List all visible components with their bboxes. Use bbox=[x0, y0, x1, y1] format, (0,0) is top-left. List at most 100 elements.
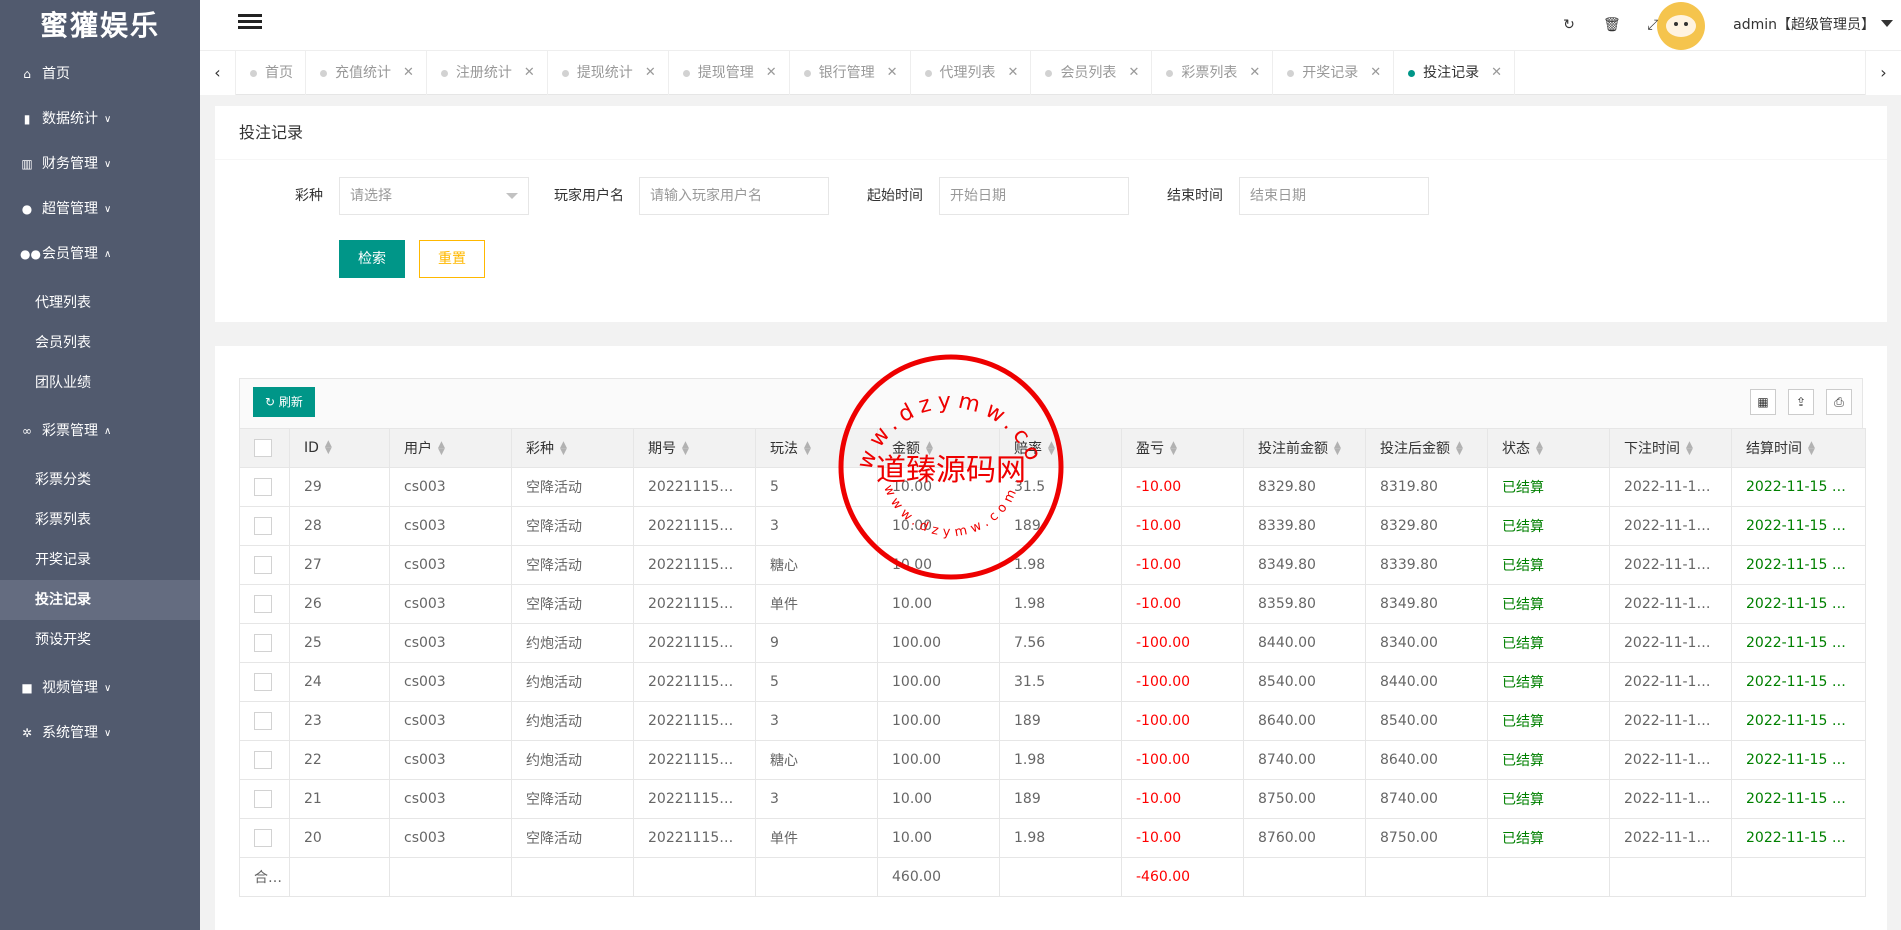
user-menu[interactable]: admin【超级管理员】 bbox=[1733, 0, 1875, 50]
lottery-select[interactable]: 请选择 bbox=[339, 177, 529, 215]
close-icon[interactable]: ✕ bbox=[1491, 51, 1502, 95]
caret-down-icon[interactable] bbox=[1881, 20, 1893, 27]
table-row[interactable]: 20 cs003 空降活动 2022111517... 单件 10.00 1.98 -10.0… bbox=[239, 818, 1866, 858]
refresh-button[interactable]: ↻ 刷新 bbox=[253, 387, 315, 417]
col-status[interactable]: 状态 ▲ ▼ bbox=[1487, 428, 1610, 468]
sort-icon[interactable]: ▲ ▼ bbox=[682, 441, 689, 457]
sidebar-item-members[interactable]: ●● 会员管理 ∧ bbox=[0, 232, 200, 277]
print-icon[interactable]: ⎙ bbox=[1826, 389, 1852, 415]
close-icon[interactable]: ✕ bbox=[1370, 51, 1381, 95]
sort-icon[interactable]: ▲ ▼ bbox=[1048, 441, 1055, 457]
start-date-input[interactable]: 开始日期 bbox=[939, 177, 1129, 215]
close-icon[interactable]: ✕ bbox=[524, 51, 535, 95]
col-profit[interactable]: 盈亏 ▲ ▼ bbox=[1121, 428, 1244, 468]
sidebar-item-finance[interactable]: ▥ 财务管理 ∨ bbox=[0, 142, 200, 187]
tab-register-stats[interactable]: 注册统计 ✕ bbox=[427, 51, 548, 95]
col-settle-time[interactable]: 结算时间 ▲ ▼ bbox=[1731, 428, 1866, 468]
table-row[interactable]: 23 cs003 约炮活动 2022111532... 3 100.00 189 -100.0… bbox=[239, 701, 1866, 741]
sidebar-sub-preset-draw[interactable]: 预设开奖 bbox=[0, 620, 200, 660]
col-after-amount[interactable]: 投注后金额 ▲ ▼ bbox=[1365, 428, 1488, 468]
tab-recharge-stats[interactable]: 充值统计 ✕ bbox=[306, 51, 427, 95]
sort-icon[interactable]: ▲ ▼ bbox=[1456, 441, 1463, 457]
tab-scroll-left-icon[interactable]: ‹ bbox=[200, 51, 236, 95]
sidebar-item-lottery[interactable]: ∞ 彩票管理 ∧ bbox=[0, 409, 200, 454]
sidebar-sub-team[interactable]: 团队业绩 bbox=[0, 363, 200, 403]
col-odds[interactable]: 赔率 ▲ ▼ bbox=[999, 428, 1122, 468]
close-icon[interactable]: ✕ bbox=[766, 51, 777, 95]
close-icon[interactable]: ✕ bbox=[887, 51, 898, 95]
trash-icon[interactable]: 🗑 bbox=[1603, 17, 1621, 33]
row-checkbox[interactable] bbox=[254, 712, 272, 730]
table-row[interactable]: 24 cs003 约炮活动 2022111532... 5 100.00 31.5 -100.… bbox=[239, 662, 1866, 702]
search-button[interactable]: 检索 bbox=[339, 240, 405, 278]
tab-withdraw-manage[interactable]: 提现管理 ✕ bbox=[669, 51, 790, 95]
sort-icon[interactable]: ▲ ▼ bbox=[926, 441, 933, 457]
sort-icon[interactable]: ▲ ▼ bbox=[804, 441, 811, 457]
sidebar-item-home[interactable]: ⌂ 首页 bbox=[0, 52, 200, 97]
end-date-input[interactable]: 结束日期 bbox=[1239, 177, 1429, 215]
sidebar-item-stats[interactable]: ▮ 数据统计 ∨ bbox=[0, 97, 200, 142]
avatar[interactable] bbox=[1657, 2, 1705, 50]
tab-draw-records[interactable]: 开奖记录 ✕ bbox=[1273, 51, 1395, 95]
sort-icon[interactable]: ▲ ▼ bbox=[1536, 441, 1543, 457]
select-all-checkbox[interactable] bbox=[254, 439, 272, 457]
tab-agent-list[interactable]: 代理列表 ✕ bbox=[911, 51, 1032, 95]
sidebar-sub-lottery-category[interactable]: 彩票分类 bbox=[0, 460, 200, 500]
col-before-amount[interactable]: 投注前金额 ▲ ▼ bbox=[1243, 428, 1366, 468]
sidebar-sub-agents[interactable]: 代理列表 bbox=[0, 283, 200, 323]
tab-bet-records[interactable]: 投注记录 ✕ bbox=[1394, 51, 1516, 95]
refresh-icon[interactable]: ↻ bbox=[1561, 17, 1577, 33]
col-issue[interactable]: 期号 ▲ ▼ bbox=[633, 428, 756, 468]
col-user[interactable]: 用户 ▲ ▼ bbox=[389, 428, 512, 468]
tab-lottery-list[interactable]: 彩票列表 ✕ bbox=[1152, 51, 1274, 95]
row-checkbox[interactable] bbox=[254, 673, 272, 691]
table-row[interactable]: 29 cs003 空降活动 2022111518... 5 10.00 31.5 -10.00… bbox=[239, 467, 1866, 507]
table-row[interactable]: 26 cs003 空降活动 2022111518... 单件 10.00 1.98 -10.0… bbox=[239, 584, 1866, 624]
row-checkbox[interactable] bbox=[254, 790, 272, 808]
reset-button[interactable]: 重置 bbox=[419, 240, 485, 278]
sort-icon[interactable]: ▲ ▼ bbox=[560, 441, 567, 457]
tab-home[interactable]: 首页 bbox=[236, 51, 306, 95]
sidebar-item-video[interactable]: ■ 视频管理 ∨ bbox=[0, 666, 200, 711]
export-icon[interactable]: ⇪ bbox=[1788, 389, 1814, 415]
close-icon[interactable]: ✕ bbox=[1249, 51, 1260, 95]
tab-bank-manage[interactable]: 银行管理 ✕ bbox=[790, 51, 911, 95]
tab-scroll-right-icon[interactable]: › bbox=[1865, 51, 1901, 95]
sidebar-item-admin[interactable]: ● 超管管理 ∨ bbox=[0, 187, 200, 232]
col-id[interactable]: ID ▲ ▼ bbox=[289, 428, 390, 468]
row-checkbox[interactable] bbox=[254, 478, 272, 496]
close-icon[interactable]: ✕ bbox=[645, 51, 656, 95]
col-bet-time[interactable]: 下注时间 ▲ ▼ bbox=[1609, 428, 1732, 468]
close-icon[interactable]: ✕ bbox=[403, 51, 414, 95]
close-icon[interactable]: ✕ bbox=[1008, 51, 1019, 95]
sort-icon[interactable]: ▲ ▼ bbox=[325, 440, 332, 456]
sidebar-sub-members[interactable]: 会员列表 bbox=[0, 323, 200, 363]
close-icon[interactable]: ✕ bbox=[1128, 51, 1139, 95]
sort-icon[interactable]: ▲ ▼ bbox=[1686, 441, 1693, 457]
row-checkbox[interactable] bbox=[254, 595, 272, 613]
username-input[interactable]: 请输入玩家用户名 bbox=[639, 177, 829, 215]
table-row[interactable]: 21 cs003 空降活动 2022111517... 3 10.00 189 -10.00 8… bbox=[239, 779, 1866, 819]
table-row[interactable]: 25 cs003 约炮活动 2022111532... 9 100.00 7.56 -100.… bbox=[239, 623, 1866, 663]
sidebar-sub-bet-records[interactable]: 投注记录 bbox=[0, 580, 200, 620]
sort-icon[interactable]: ▲ ▼ bbox=[438, 441, 445, 457]
sort-icon[interactable]: ▲ ▼ bbox=[1170, 441, 1177, 457]
col-play[interactable]: 玩法 ▲ ▼ bbox=[755, 428, 878, 468]
row-checkbox[interactable] bbox=[254, 556, 272, 574]
row-checkbox[interactable] bbox=[254, 829, 272, 847]
table-row[interactable]: 28 cs003 空降活动 2022111518... 3 10.00 189 -10.00 8… bbox=[239, 506, 1866, 546]
row-checkbox[interactable] bbox=[254, 634, 272, 652]
col-lottery[interactable]: 彩种 ▲ ▼ bbox=[511, 428, 634, 468]
menu-toggle-icon[interactable] bbox=[238, 14, 262, 36]
row-checkbox[interactable] bbox=[254, 517, 272, 535]
sort-icon[interactable]: ▲ ▼ bbox=[1334, 441, 1341, 457]
columns-icon[interactable]: ▦ bbox=[1750, 389, 1776, 415]
sidebar-item-system[interactable]: ✲ 系统管理 ∨ bbox=[0, 711, 200, 756]
sidebar-sub-lottery-list[interactable]: 彩票列表 bbox=[0, 500, 200, 540]
sort-icon[interactable]: ▲ ▼ bbox=[1808, 441, 1815, 457]
table-row[interactable]: 22 cs003 约炮活动 2022111532... 糖心 100.00 1.98 -100… bbox=[239, 740, 1866, 780]
row-checkbox[interactable] bbox=[254, 751, 272, 769]
tab-member-list[interactable]: 会员列表 ✕ bbox=[1031, 51, 1153, 95]
table-row[interactable]: 27 cs003 空降活动 2022111518... 糖心 10.00 1.98 -10.0… bbox=[239, 545, 1866, 585]
sidebar-sub-draw-records[interactable]: 开奖记录 bbox=[0, 540, 200, 580]
